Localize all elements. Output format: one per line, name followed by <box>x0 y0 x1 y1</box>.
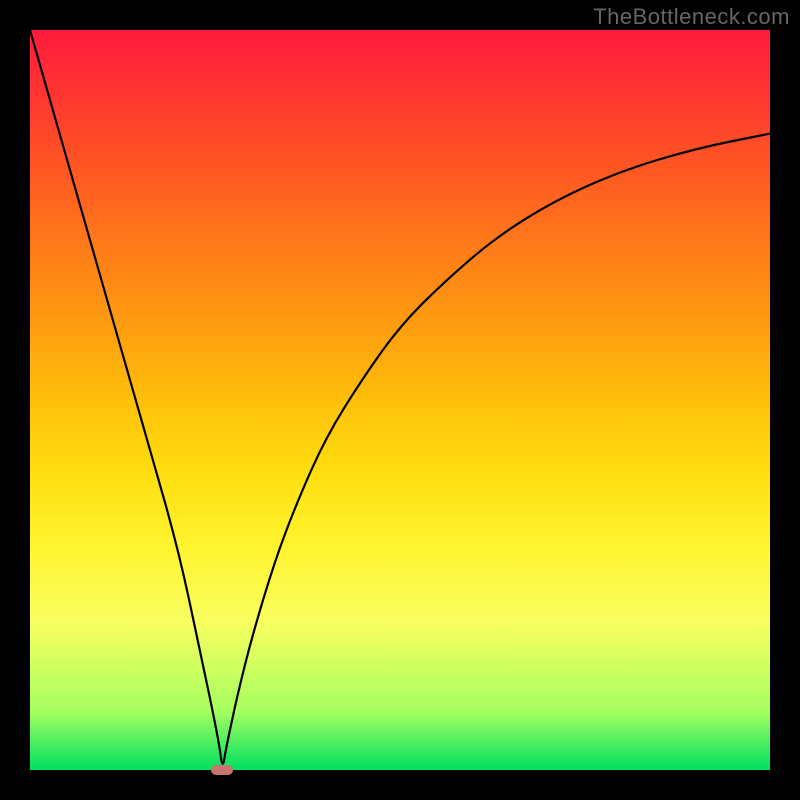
curve-svg <box>30 30 770 770</box>
chart-frame: TheBottleneck.com <box>0 0 800 800</box>
min-marker <box>211 765 233 775</box>
plot-area <box>30 30 770 770</box>
watermark-text: TheBottleneck.com <box>593 4 790 30</box>
series-curve <box>30 30 770 764</box>
